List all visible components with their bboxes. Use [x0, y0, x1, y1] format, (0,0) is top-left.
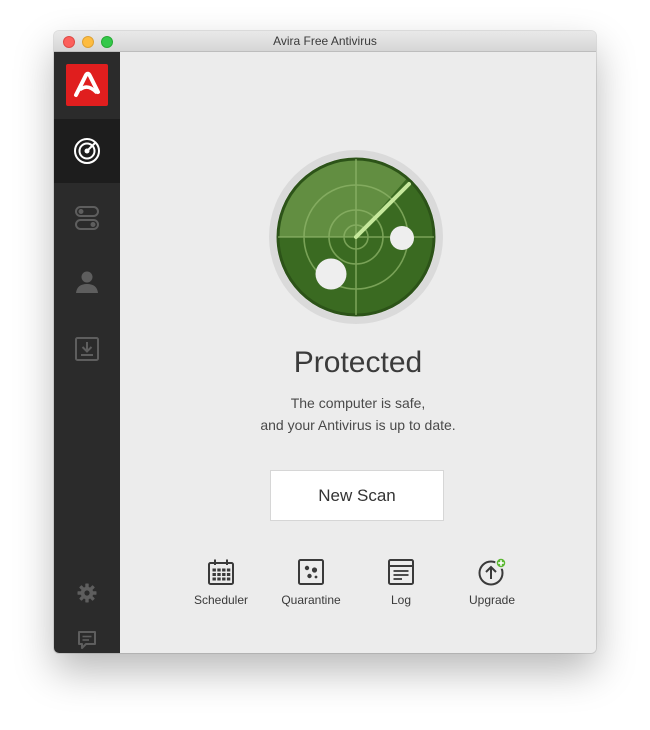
quarantine-label: Quarantine	[281, 593, 341, 607]
scheduler-label: Scheduler	[193, 593, 249, 607]
toggle-switches-icon	[75, 206, 99, 230]
status-line-1: The computer is safe,	[290, 395, 426, 411]
sidebar-item-feedback[interactable]	[54, 618, 120, 653]
window-title: Avira Free Antivirus	[273, 34, 377, 48]
log-icon	[388, 559, 414, 585]
protection-status-title: Protected	[293, 346, 423, 379]
scheduler-button[interactable]: Scheduler	[176, 557, 266, 607]
log-button[interactable]: Log	[356, 557, 446, 607]
radar-status-icon	[269, 150, 443, 324]
sidebar-item-settings[interactable]	[54, 571, 120, 615]
protection-status-description: The computer is safe, and your Antivirus…	[120, 392, 596, 436]
user-icon	[76, 271, 98, 293]
feedback-icon	[78, 631, 96, 649]
app-window: Avira Free Antivirus Protected The compu…	[54, 31, 596, 653]
sidebar-item-protection[interactable]	[54, 186, 120, 250]
gear-icon	[77, 583, 97, 603]
radar-scan-icon	[74, 138, 100, 164]
upgrade-icon	[478, 557, 507, 586]
sidebar-item-account[interactable]	[54, 250, 120, 314]
title-bar[interactable]: Avira Free Antivirus	[54, 31, 596, 52]
upgrade-label: Upgrade	[468, 593, 516, 607]
main-panel: Protected The computer is safe, and your…	[120, 52, 596, 653]
status-line-2: and your Antivirus is up to date.	[260, 417, 456, 433]
download-icon	[75, 337, 99, 361]
avira-logo[interactable]	[66, 64, 108, 106]
new-scan-button[interactable]: New Scan	[270, 470, 444, 521]
sidebar-item-updates[interactable]	[54, 317, 120, 381]
sidebar	[54, 52, 120, 653]
quarantine-icon	[298, 559, 324, 585]
avira-logo-icon	[74, 71, 100, 97]
calendar-icon	[208, 559, 234, 585]
upgrade-button[interactable]: Upgrade	[447, 557, 537, 607]
sidebar-item-scan[interactable]	[54, 119, 120, 183]
quarantine-button[interactable]: Quarantine	[266, 557, 356, 607]
log-label: Log	[390, 593, 412, 607]
